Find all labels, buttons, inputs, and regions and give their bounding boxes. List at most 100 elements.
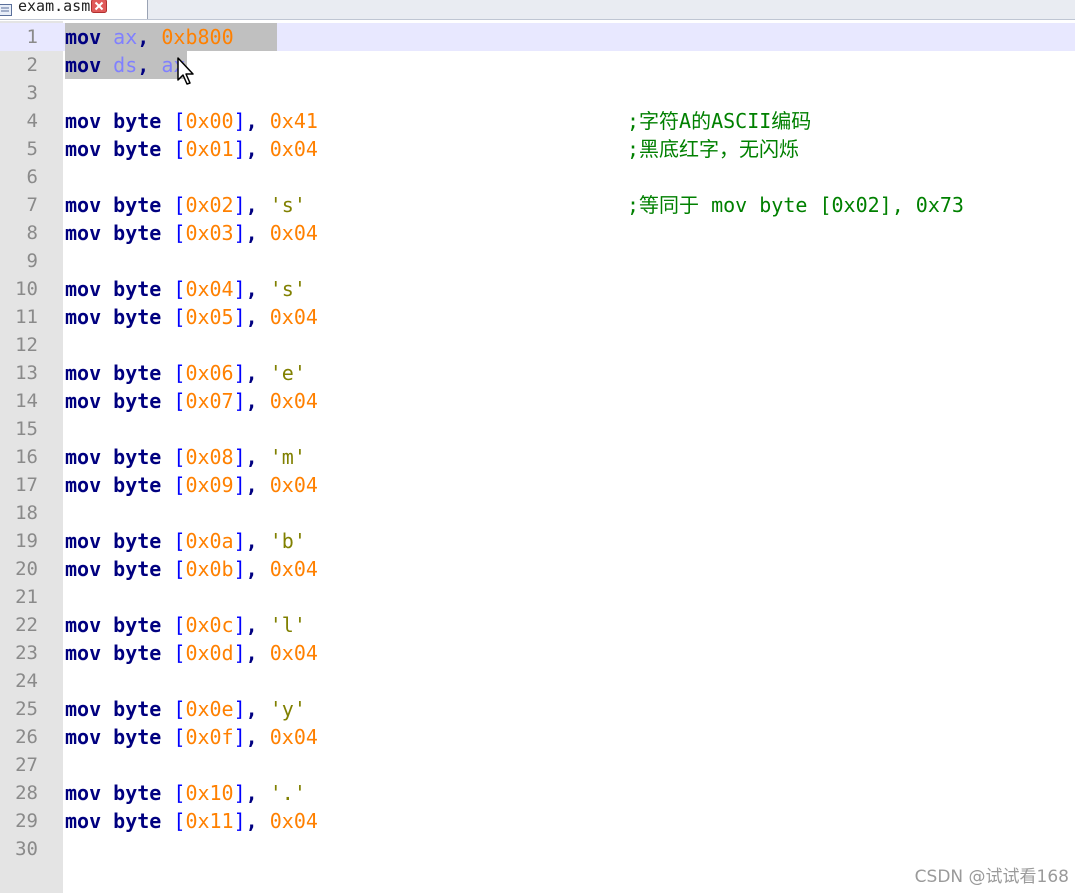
code-line[interactable]: 27 xyxy=(0,751,1075,779)
token-bracket: [ xyxy=(173,529,186,553)
token-number: 0x00 xyxy=(185,109,234,133)
line-number: 26 xyxy=(15,726,38,748)
token-number: 0x0a xyxy=(185,529,234,553)
code-line[interactable]: 7 mov byte [0x02], 's' ;等同于 mov byte [0x02… xyxy=(0,191,1075,219)
token-bracket: [ xyxy=(173,613,186,637)
token-number: 0x02 xyxy=(185,193,234,217)
code-line[interactable]: 10 mov byte [0x04], 's' xyxy=(0,275,1075,303)
token-bracket: ] xyxy=(233,445,246,469)
mouse-pointer-icon xyxy=(177,57,194,85)
token-string: '.' xyxy=(269,781,306,805)
code-line[interactable]: 22 mov byte [0x0c], 'l' xyxy=(0,611,1075,639)
code-line[interactable]: 1 mov ax, 0xb800 xyxy=(0,23,1075,51)
code-line[interactable]: 20 mov byte [0x0b], 0x04 xyxy=(0,555,1075,583)
code-line[interactable]: 12 xyxy=(0,331,1075,359)
token-punctuation: , xyxy=(245,529,258,553)
line-number: 4 xyxy=(26,110,38,132)
token-punctuation: , xyxy=(245,557,258,581)
code-line[interactable]: 9 xyxy=(0,247,1075,275)
token-bracket: ] xyxy=(233,361,246,385)
line-number: 3 xyxy=(26,82,38,104)
token-bracket: [ xyxy=(173,137,186,161)
token-number: 0xb800 xyxy=(161,25,234,49)
code-text: mov ds, ax xyxy=(65,51,185,79)
code-line[interactable]: 24 xyxy=(0,667,1075,695)
token-bracket: ] xyxy=(233,725,246,749)
line-number: 6 xyxy=(26,166,38,188)
code-line[interactable]: 21 xyxy=(0,583,1075,611)
token-keyword: byte xyxy=(113,557,162,581)
token-keyword: byte xyxy=(113,473,162,497)
code-line[interactable]: 2 mov ds, ax xyxy=(0,51,1075,79)
token-keyword: mov xyxy=(65,725,102,749)
code-line[interactable]: 23 mov byte [0x0d], 0x04 xyxy=(0,639,1075,667)
code-line[interactable]: 30 xyxy=(0,835,1075,863)
code-line[interactable]: 5 mov byte [0x01], 0x04 ;黑底红字，无闪烁 xyxy=(0,135,1075,163)
code-line[interactable]: 28 mov byte [0x10], '.' xyxy=(0,779,1075,807)
token-punctuation: , xyxy=(137,25,150,49)
token-keyword: mov xyxy=(65,53,102,77)
token-number: 0x04 xyxy=(269,137,318,161)
token-keyword: mov xyxy=(65,389,102,413)
token-number: 0x0b xyxy=(185,557,234,581)
code-line[interactable]: 3 xyxy=(0,79,1075,107)
code-line[interactable]: 11 mov byte [0x05], 0x04 xyxy=(0,303,1075,331)
token-number: 0x11 xyxy=(185,809,234,833)
code-line[interactable]: 29 mov byte [0x11], 0x04 xyxy=(0,807,1075,835)
code-editor[interactable]: 1 mov ax, 0xb800 2 mov ds, ax 3 4 mov byte [0x… xyxy=(0,21,1075,893)
code-line[interactable]: 19 mov byte [0x0a], 'b' xyxy=(0,527,1075,555)
token-keyword: mov xyxy=(65,277,102,301)
token-bracket: ] xyxy=(233,305,246,329)
tab-title: exam.asm xyxy=(18,0,91,15)
code-line[interactable]: 18 xyxy=(0,499,1075,527)
code-line[interactable]: 16 mov byte [0x08], 'm' xyxy=(0,443,1075,471)
code-line[interactable]: 8 mov byte [0x03], 0x04 xyxy=(0,219,1075,247)
tab-bar: exam.asm xyxy=(0,0,1075,20)
code-line[interactable]: 17 mov byte [0x09], 0x04 xyxy=(0,471,1075,499)
token-bracket: [ xyxy=(173,641,186,665)
tab-exam-asm[interactable]: exam.asm xyxy=(0,0,148,19)
code-line[interactable]: 6 xyxy=(0,163,1075,191)
code-line[interactable]: 14 mov byte [0x07], 0x04 xyxy=(0,387,1075,415)
token-punctuation: , xyxy=(245,445,258,469)
token-keyword: mov xyxy=(65,613,102,637)
token-punctuation: , xyxy=(245,641,258,665)
token-punctuation: , xyxy=(245,389,258,413)
line-number: 15 xyxy=(15,418,38,440)
token-punctuation: , xyxy=(245,809,258,833)
token-keyword: mov xyxy=(65,445,102,469)
token-keyword: byte xyxy=(113,137,162,161)
code-line[interactable]: 26 mov byte [0x0f], 0x04 xyxy=(0,723,1075,751)
line-number: 8 xyxy=(26,222,38,244)
token-keyword: byte xyxy=(113,725,162,749)
code-line[interactable]: 25 mov byte [0x0e], 'y' xyxy=(0,695,1075,723)
token-register: ds xyxy=(113,53,138,77)
code-line[interactable]: 15 xyxy=(0,415,1075,443)
code-line[interactable]: 13 mov byte [0x06], 'e' xyxy=(0,359,1075,387)
token-number: 0x04 xyxy=(269,221,318,245)
token-bracket: [ xyxy=(173,361,186,385)
token-keyword: byte xyxy=(113,361,162,385)
token-keyword: mov xyxy=(65,557,102,581)
code-line[interactable]: 4 mov byte [0x00], 0x41 ;字符A的ASCII编码 xyxy=(0,107,1075,135)
token-number: 0x04 xyxy=(269,557,318,581)
code-text: mov byte [0x05], 0x04 xyxy=(65,303,318,331)
code-comment: ;字符A的ASCII编码 xyxy=(627,109,812,133)
close-icon[interactable] xyxy=(91,0,108,13)
